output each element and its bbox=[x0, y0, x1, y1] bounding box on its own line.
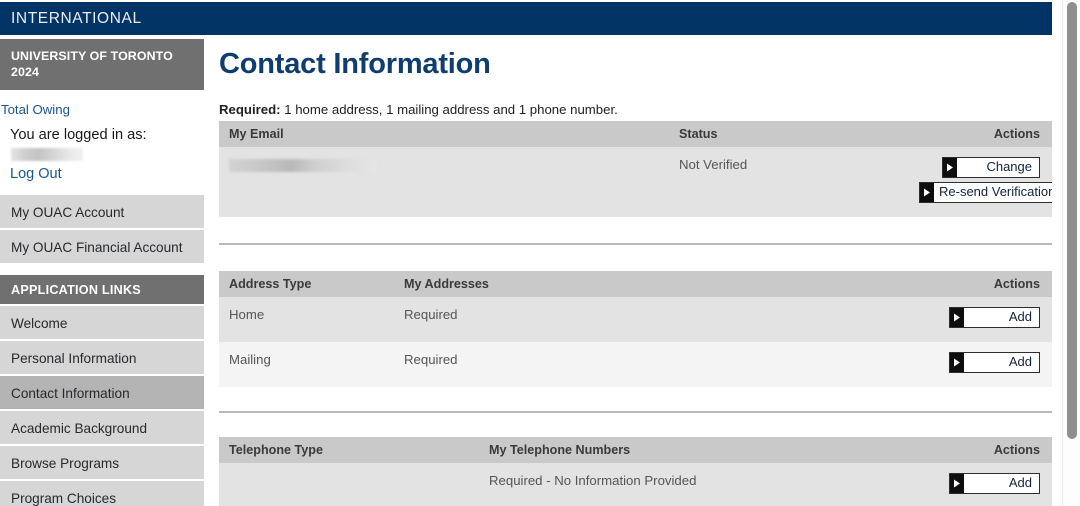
session-year: 2024 bbox=[11, 65, 39, 79]
username-redacted bbox=[11, 148, 83, 161]
email-col-header-status: Status bbox=[669, 121, 909, 147]
triangle-right-icon bbox=[950, 308, 964, 327]
sidebar-account-nav: My OUAC Account My OUAC Financial Accoun… bbox=[0, 195, 204, 265]
triangle-right-icon bbox=[950, 474, 964, 493]
address-table-header-row: Address Type My Addresses Actions bbox=[219, 271, 1052, 297]
add-home-address-button[interactable]: Add bbox=[949, 307, 1040, 328]
telephone-cell-actions: Add bbox=[909, 463, 1052, 506]
logged-in-block: You are logged in as: Log Out bbox=[0, 117, 204, 183]
add-home-address-button-label: Add bbox=[1008, 309, 1032, 324]
email-cell-status: Not Verified bbox=[669, 147, 909, 217]
total-owing-link[interactable]: Total Owing bbox=[0, 102, 204, 117]
telephone-cell-value: Required - No Information Provided bbox=[479, 463, 909, 506]
address-cell-value-mailing: Required bbox=[394, 342, 909, 387]
address-cell-type-mailing: Mailing bbox=[219, 342, 394, 387]
address-cell-type-home: Home bbox=[219, 297, 394, 342]
telephone-col-header-numbers: My Telephone Numbers bbox=[479, 437, 909, 463]
address-col-header-my-addresses: My Addresses bbox=[394, 271, 909, 297]
main-content: Contact Information Required: 1 home add… bbox=[219, 39, 1080, 506]
telephone-cell-type bbox=[219, 463, 479, 506]
sidebar-account-block: Total Owing You are logged in as: Log Ou… bbox=[0, 90, 204, 183]
email-table-row: Not Verified Change Re-send Verification… bbox=[219, 147, 1080, 217]
add-mailing-address-button-label: Add bbox=[1008, 354, 1032, 369]
sidebar-application-nav: Welcome Personal Information Contact Inf… bbox=[0, 306, 204, 506]
address-col-header-type: Address Type bbox=[219, 271, 394, 297]
change-email-button[interactable]: Change bbox=[942, 157, 1040, 178]
required-note-strong: Required: bbox=[219, 102, 281, 117]
sidebar-nav-gap bbox=[0, 265, 204, 275]
sidebar-item-browse-programs[interactable]: Browse Programs bbox=[0, 446, 204, 481]
email-table-header-row: My Email Status Actions bbox=[219, 121, 1052, 147]
logged-in-label: You are logged in as: bbox=[10, 127, 147, 143]
triangle-right-icon bbox=[943, 158, 957, 177]
email-col-header-actions: Actions bbox=[909, 121, 1052, 147]
add-telephone-button[interactable]: Add bbox=[949, 473, 1040, 494]
sidebar-item-my-ouac-financial-account[interactable]: My OUAC Financial Account bbox=[0, 230, 204, 265]
sidebar-section-application-links: APPLICATION LINKS bbox=[0, 275, 204, 306]
email-table: My Email Status Actions Not Verified Cha… bbox=[219, 121, 1080, 217]
address-col-header-actions: Actions bbox=[909, 271, 1052, 297]
sidebar-item-my-ouac-account[interactable]: My OUAC Account bbox=[0, 195, 204, 230]
table-row: Home Required Add bbox=[219, 297, 1052, 342]
triangle-right-icon bbox=[920, 183, 934, 202]
address-cell-actions-mailing: Add bbox=[909, 342, 1052, 387]
email-cell-actions: Change Re-send Verification Email bbox=[909, 147, 1080, 217]
email-col-header-my-email: My Email bbox=[219, 121, 669, 147]
email-cell-value bbox=[219, 147, 669, 217]
sidebar: UNIVERSITY OF TORONTO 2024 Total Owing Y… bbox=[0, 39, 204, 506]
email-redacted bbox=[229, 159, 377, 173]
banner-title: INTERNATIONAL bbox=[11, 9, 142, 27]
telephone-table-header-row: Telephone Type My Telephone Numbers Acti… bbox=[219, 437, 1052, 463]
sidebar-item-personal-information[interactable]: Personal Information bbox=[0, 341, 204, 376]
triangle-right-icon bbox=[950, 353, 964, 372]
vertical-scrollbar-track[interactable] bbox=[1062, 0, 1080, 506]
top-banner: INTERNATIONAL bbox=[0, 2, 1060, 35]
required-note: Required: 1 home address, 1 mailing addr… bbox=[219, 102, 1052, 117]
section-divider-email-address bbox=[219, 243, 1052, 245]
address-table: Address Type My Addresses Actions Home R… bbox=[219, 271, 1052, 387]
section-divider-address-telephone bbox=[219, 411, 1052, 413]
address-cell-value-home: Required bbox=[394, 297, 909, 342]
sidebar-item-contact-information[interactable]: Contact Information bbox=[0, 376, 204, 411]
change-email-button-label: Change bbox=[986, 159, 1032, 174]
telephone-table: Telephone Type My Telephone Numbers Acti… bbox=[219, 437, 1052, 506]
sidebar-item-program-choices[interactable]: Program Choices bbox=[0, 481, 204, 506]
right-gutter bbox=[1052, 0, 1062, 506]
page-title: Contact Information bbox=[219, 48, 491, 80]
address-cell-actions-home: Add bbox=[909, 297, 1052, 342]
sidebar-session-box: UNIVERSITY OF TORONTO 2024 bbox=[0, 39, 204, 90]
add-mailing-address-button[interactable]: Add bbox=[949, 352, 1040, 373]
log-out-link[interactable]: Log Out bbox=[10, 166, 62, 182]
sidebar-item-academic-background[interactable]: Academic Background bbox=[0, 411, 204, 446]
table-row: Required - No Information Provided Add bbox=[219, 463, 1052, 506]
telephone-col-header-type: Telephone Type bbox=[219, 437, 479, 463]
sidebar-item-welcome[interactable]: Welcome bbox=[0, 306, 204, 341]
application-window: INTERNATIONAL UNIVERSITY OF TORONTO 2024… bbox=[0, 0, 1080, 506]
session-university: UNIVERSITY OF TORONTO bbox=[11, 49, 173, 63]
vertical-scrollbar-thumb[interactable] bbox=[1067, 2, 1077, 439]
required-note-rest: 1 home address, 1 mailing address and 1 … bbox=[280, 102, 618, 117]
add-telephone-button-label: Add bbox=[1008, 475, 1032, 490]
telephone-col-header-actions: Actions bbox=[909, 437, 1052, 463]
table-row: Mailing Required Add bbox=[219, 342, 1052, 387]
